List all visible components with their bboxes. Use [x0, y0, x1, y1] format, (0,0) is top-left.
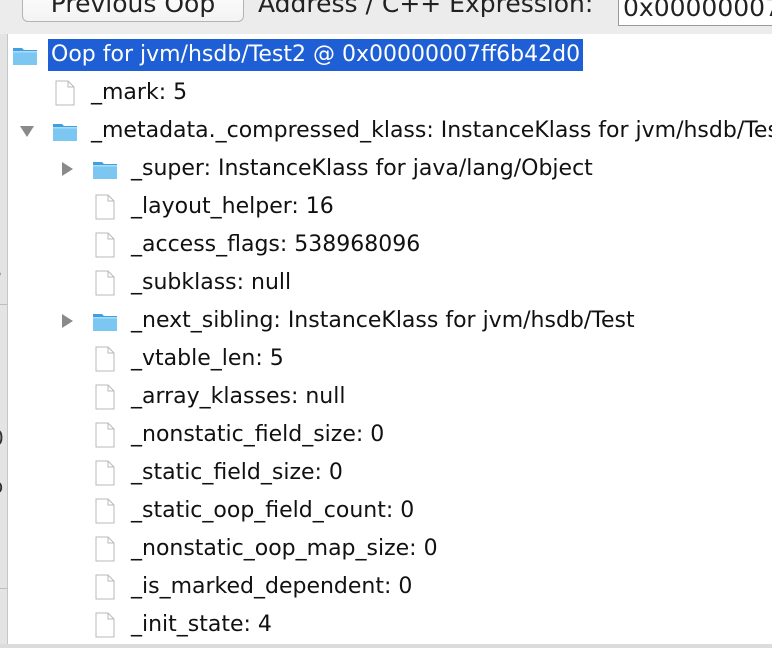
- left-panel-text-fragment: s: [0, 260, 1, 280]
- hsdb-inspector-window: Previous Oop Address / C++ Expression: s…: [0, 0, 772, 648]
- file-icon: [92, 536, 118, 562]
- left-panel-text-fragment: o: [0, 476, 3, 496]
- folder-icon: [52, 118, 78, 144]
- folder-icon: [92, 156, 118, 182]
- tree-node-label[interactable]: _vtable_len: 5: [128, 343, 287, 375]
- tree-row-init-state[interactable]: _init_state: 4: [8, 606, 772, 644]
- file-icon: [92, 612, 118, 638]
- bottom-scroll-edge: [0, 644, 772, 648]
- tree-node-label[interactable]: _super: InstanceKlass for java/lang/Obje…: [128, 153, 596, 185]
- folder-icon: [92, 308, 118, 334]
- left-panel-text-fragment: 0: [0, 428, 4, 448]
- tree-node-label[interactable]: _mark: 5: [88, 77, 190, 109]
- address-expression-input[interactable]: [618, 0, 772, 26]
- file-icon: [92, 574, 118, 600]
- tree-row-static-field-size[interactable]: _static_field_size: 0: [8, 454, 772, 492]
- collapsed-toggle-icon[interactable]: [58, 312, 76, 330]
- tree-node-label[interactable]: _layout_helper: 16: [128, 191, 337, 223]
- tree-row-static-oop-field-count[interactable]: _static_oop_field_count: 0: [8, 492, 772, 530]
- tree-node-label[interactable]: _nonstatic_oop_map_size: 0: [128, 533, 441, 565]
- tree-node-label[interactable]: _metadata._compressed_klass: InstanceKla…: [88, 115, 772, 147]
- tree-node-label[interactable]: _array_klasses: null: [128, 381, 348, 413]
- tree-node-label[interactable]: _static_oop_field_count: 0: [128, 495, 417, 527]
- tree-row-vtable-len[interactable]: _vtable_len: 5: [8, 340, 772, 378]
- tree-row-root[interactable]: Oop for jvm/hsdb/Test2 @ 0x00000007ff6b4…: [8, 36, 772, 74]
- tree-node-label[interactable]: _next_sibling: InstanceKlass for jvm/hsd…: [128, 305, 638, 337]
- file-icon: [92, 384, 118, 410]
- tree-row-array-klasses[interactable]: _array_klasses: null: [8, 378, 772, 416]
- tree-node-label[interactable]: _init_state: 4: [128, 609, 275, 641]
- tree-node-label[interactable]: _subklass: null: [128, 267, 294, 299]
- collapsed-toggle-icon[interactable]: [58, 160, 76, 178]
- file-icon: [92, 422, 118, 448]
- file-icon: [52, 80, 78, 106]
- address-expression-label: Address / C++ Expression:: [258, 0, 594, 18]
- left-panel-edge: s 0 o r: [0, 34, 8, 648]
- left-panel-divider: [0, 304, 7, 305]
- tree-row-is-marked-dependent[interactable]: _is_marked_dependent: 0: [8, 568, 772, 606]
- tree-row-nonstatic-oop-map-size[interactable]: _nonstatic_oop_map_size: 0: [8, 530, 772, 568]
- tree-node-label[interactable]: _access_flags: 538968096: [128, 229, 423, 261]
- file-icon: [92, 194, 118, 220]
- tree-row-next-sibling[interactable]: _next_sibling: InstanceKlass for jvm/hsd…: [8, 302, 772, 340]
- file-icon: [92, 346, 118, 372]
- tree-node-label[interactable]: _nonstatic_field_size: 0: [128, 419, 387, 451]
- tree-node-label[interactable]: _is_marked_dependent: 0: [128, 571, 415, 603]
- tree-node-label[interactable]: Oop for jvm/hsdb/Test2 @ 0x00000007ff6b4…: [48, 39, 584, 71]
- tree-row-super[interactable]: _super: InstanceKlass for java/lang/Obje…: [8, 150, 772, 188]
- oop-tree-view[interactable]: Oop for jvm/hsdb/Test2 @ 0x00000007ff6b4…: [8, 34, 772, 644]
- expanded-toggle-icon[interactable]: [18, 122, 36, 140]
- file-icon: [92, 498, 118, 524]
- tree-row-access-flags[interactable]: _access_flags: 538968096: [8, 226, 772, 264]
- tree-row-nonstatic-field-size[interactable]: _nonstatic_field_size: 0: [8, 416, 772, 454]
- file-icon: [92, 270, 118, 296]
- tree-row-layout-helper[interactable]: _layout_helper: 16: [8, 188, 772, 226]
- tree-node-label[interactable]: _static_field_size: 0: [128, 457, 346, 489]
- file-icon: [92, 232, 118, 258]
- tree-row-mark[interactable]: _mark: 5: [8, 74, 772, 112]
- folder-icon: [12, 42, 38, 68]
- file-icon: [92, 460, 118, 486]
- tree-row-metadata[interactable]: _metadata._compressed_klass: InstanceKla…: [8, 112, 772, 150]
- previous-oop-button[interactable]: Previous Oop: [22, 0, 244, 22]
- left-panel-divider: [0, 588, 7, 589]
- tree-row-subklass[interactable]: _subklass: null: [8, 264, 772, 302]
- inspector-toolbar: Previous Oop Address / C++ Expression:: [0, 0, 772, 34]
